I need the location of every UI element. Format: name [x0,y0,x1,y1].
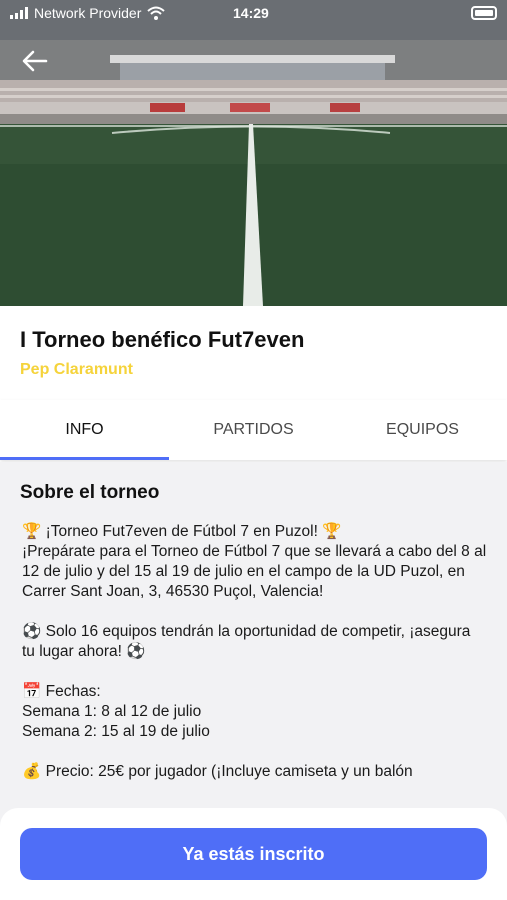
carrier-area: Network Provider [10,5,166,21]
event-organizer[interactable]: Pep Claramunt [20,361,133,379]
description-line: 📅 Fechas: [22,683,101,700]
description-line: 🏆 ¡Torneo Fut7even de Fútbol 7 en Puzol!… [22,523,342,540]
description-line: ¡Prepárate para el Torneo de Fútbol 7 qu… [22,543,487,600]
wifi-icon [147,6,166,20]
description-line: Semana 1: 8 al 12 de julio [22,703,202,720]
description-line: ⚽ Solo 16 equipos tendrán la oportunidad… [22,623,471,660]
registered-button[interactable]: Ya estás inscrito [20,828,487,880]
tab-info[interactable]: INFO [0,400,169,460]
section-heading: Sobre el torneo [20,482,160,503]
description-line: 💰 Precio: 25€ por jugador (¡Incluye cami… [22,763,413,780]
status-bar: Network Provider 14:29 [0,0,507,28]
carrier-name: Network Provider [34,5,142,21]
tab-bar: INFO PARTIDOS EQUIPOS [0,400,507,460]
status-time: 14:29 [233,5,269,21]
description-line: Semana 2: 15 al 19 de julio [22,723,210,740]
back-button[interactable] [20,46,50,76]
tab-partidos[interactable]: PARTIDOS [169,400,338,460]
battery-icon [471,6,497,20]
bottom-action-bar: Ya estás inscrito [0,808,507,900]
arrow-left-icon [22,50,48,72]
event-cover-image [0,0,507,306]
tab-equipos[interactable]: EQUIPOS [338,400,507,460]
event-title: I Torneo benéfico Fut7even [20,327,305,352]
signal-icon [10,7,28,19]
tournament-description: 🏆 ¡Torneo Fut7even de Fútbol 7 en Puzol!… [22,522,487,782]
